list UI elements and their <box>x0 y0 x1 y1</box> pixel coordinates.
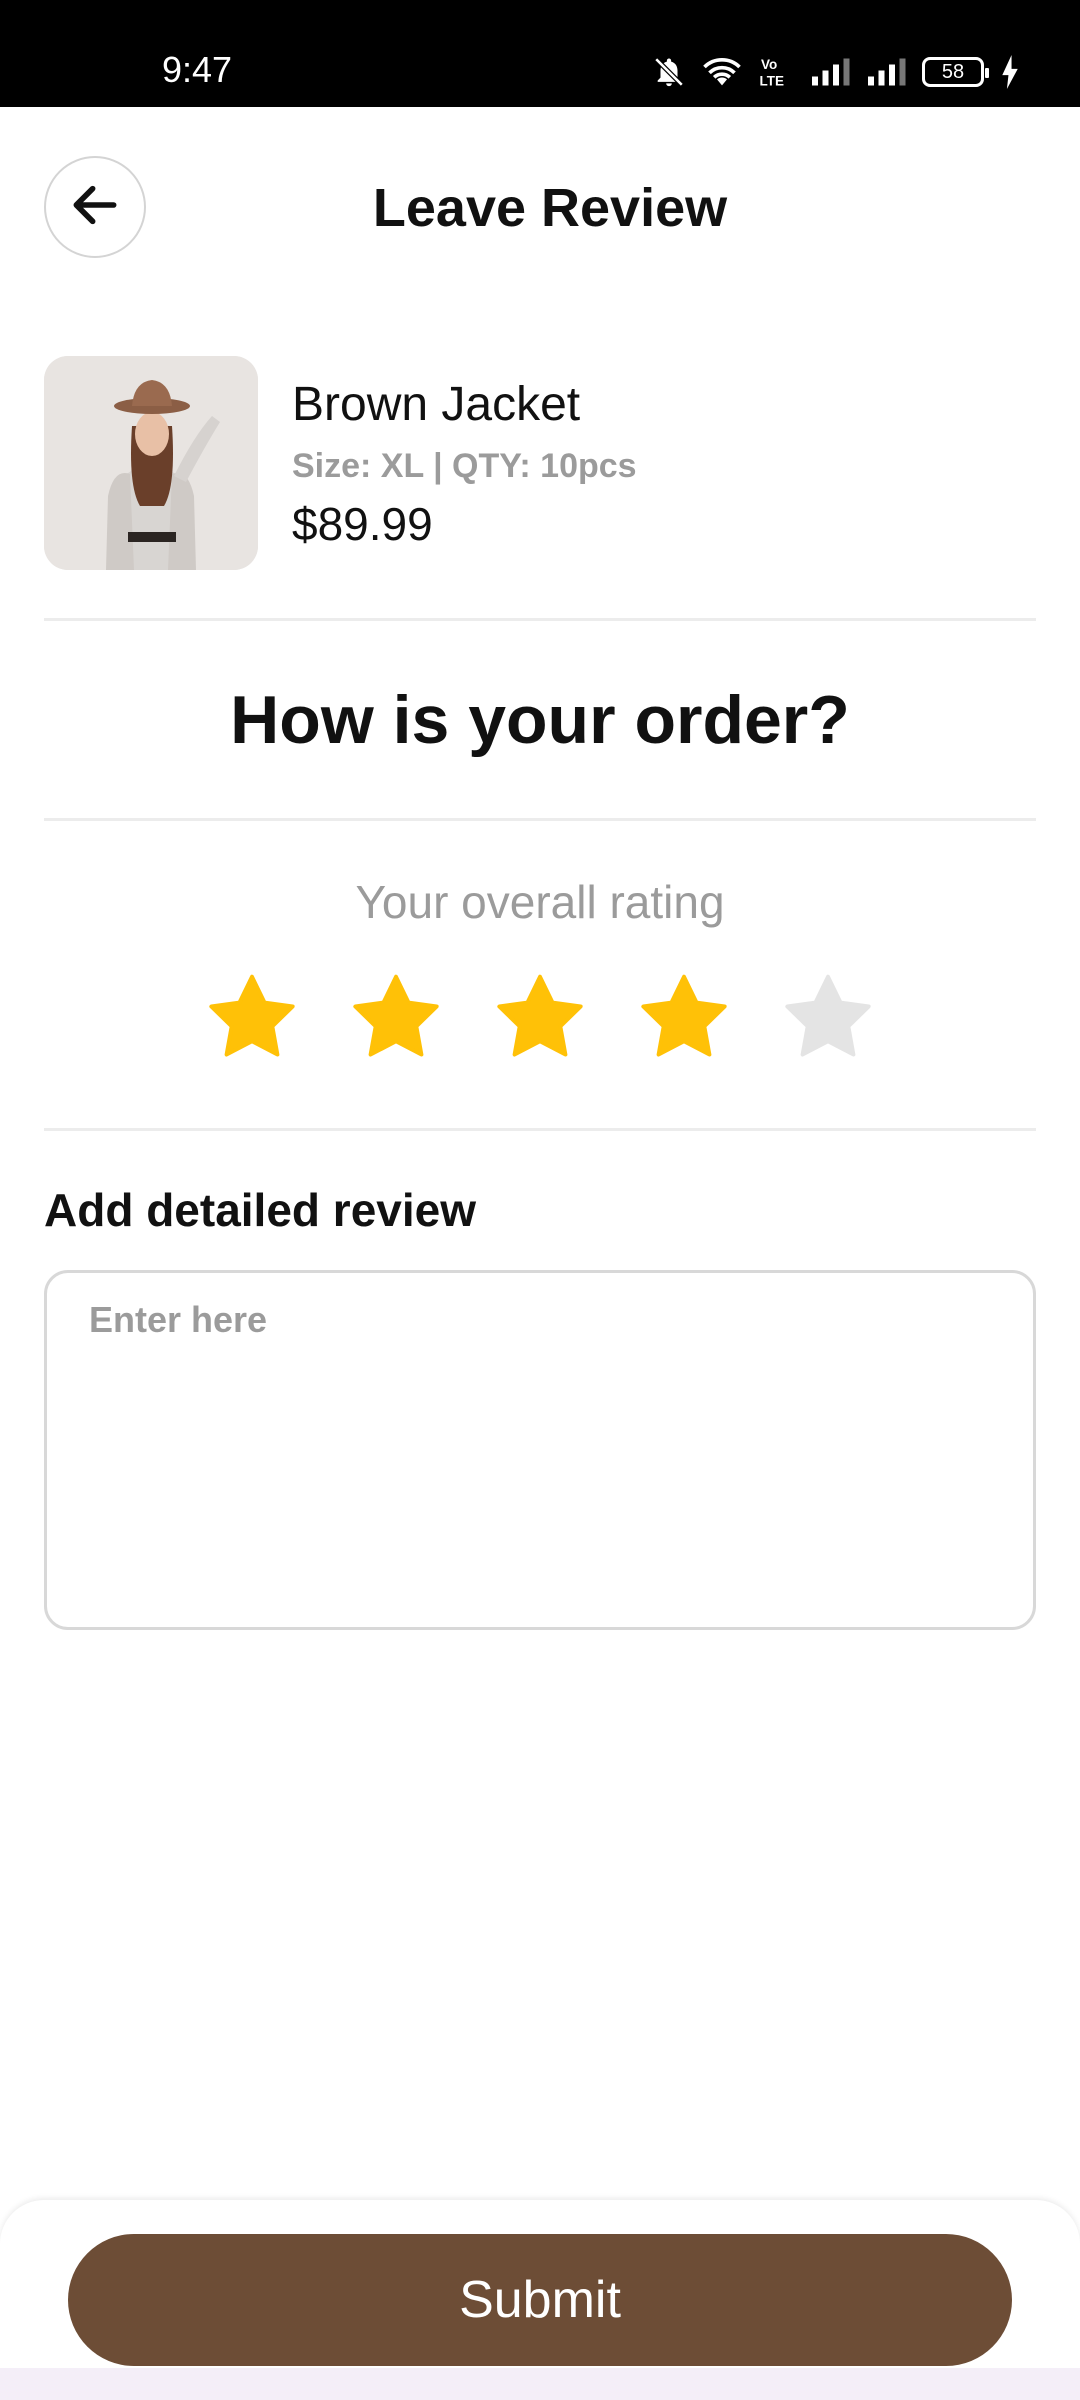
signal-icon <box>866 57 906 87</box>
page-title: Leave Review <box>372 178 728 238</box>
volte-icon: Vo LTE <box>758 55 794 89</box>
status-bar: 9:47 Vo LTE 58 <box>0 0 1080 107</box>
review-label: Add detailed review <box>44 1184 477 1236</box>
divider <box>44 618 1036 621</box>
submit-button[interactable]: Submit <box>68 2234 1012 2366</box>
order-question: How is your order? <box>230 682 850 758</box>
star-icon[interactable] <box>781 972 875 1062</box>
notifications-off-icon <box>652 55 686 89</box>
star-icon[interactable] <box>349 972 443 1062</box>
star-rating[interactable] <box>0 972 1080 1062</box>
battery-icon: 58 <box>922 57 989 87</box>
product-image <box>44 356 258 570</box>
charging-icon <box>1000 55 1020 89</box>
review-input[interactable] <box>44 1270 1036 1630</box>
navigation-bar <box>0 2368 1080 2400</box>
product-price: $89.99 <box>292 498 433 550</box>
star-icon[interactable] <box>493 972 587 1062</box>
star-icon[interactable] <box>205 972 299 1062</box>
divider <box>44 818 1036 821</box>
svg-text:Vo: Vo <box>761 57 777 72</box>
rating-label: Your overall rating <box>355 876 725 928</box>
wifi-icon <box>702 55 742 89</box>
signal-icon <box>810 57 850 87</box>
star-icon[interactable] <box>637 972 731 1062</box>
svg-text:LTE: LTE <box>760 74 785 89</box>
divider <box>44 1128 1036 1131</box>
product-name: Brown Jacket <box>292 378 581 431</box>
status-icons: Vo LTE 58 <box>652 50 1020 94</box>
product-meta: Size: XL | QTY: 10pcs <box>292 447 637 485</box>
status-time: 9:47 <box>162 49 233 90</box>
